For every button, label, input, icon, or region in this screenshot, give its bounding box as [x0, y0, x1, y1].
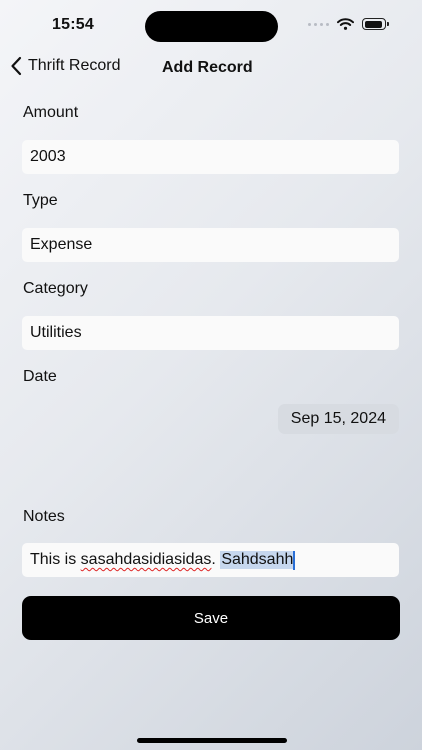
save-button-label: Save: [193, 609, 229, 627]
cellular-signal-icon: [308, 22, 329, 26]
chevron-left-icon: [11, 56, 22, 76]
date-picker-button[interactable]: Sep 15, 2024: [277, 404, 399, 434]
type-value: Expense: [30, 236, 93, 253]
type-picker[interactable]: Expense: [22, 228, 399, 262]
amount-value: 2003: [30, 148, 66, 165]
date-value: Sep 15, 2024: [290, 410, 386, 427]
notes-field[interactable]: This is sasahdasidiasidas. Sahdsahh: [22, 543, 399, 577]
status-icons: [308, 18, 389, 30]
status-time: 15:54: [52, 16, 94, 33]
notes-text-prefix: This is: [30, 551, 81, 568]
category-label: Category: [23, 280, 88, 297]
status-bar: 15:54: [0, 0, 422, 52]
navigation-bar: Thrift Record Add Record: [0, 54, 422, 82]
battery-icon: [362, 18, 389, 30]
save-button[interactable]: Save: [22, 596, 400, 640]
notes-separator: .: [211, 551, 221, 568]
notes-selected-text: Sahdsahh: [220, 551, 295, 569]
notes-misspelled-word: sasahdasidiasidas: [80, 551, 212, 568]
back-button-label: Thrift Record: [28, 57, 121, 74]
back-button[interactable]: Thrift Record: [10, 56, 120, 76]
category-value: Utilities: [30, 324, 82, 341]
category-picker[interactable]: Utilities: [22, 316, 399, 350]
date-label: Date: [23, 368, 57, 385]
home-indicator[interactable]: [137, 738, 287, 743]
text-cursor: [293, 550, 296, 570]
page-title: Add Record: [162, 59, 253, 76]
type-label: Type: [23, 192, 58, 209]
dynamic-island: [145, 11, 278, 42]
amount-field[interactable]: 2003: [22, 140, 399, 174]
wifi-icon: [337, 18, 354, 30]
amount-label: Amount: [23, 104, 79, 121]
notes-label: Notes: [23, 508, 65, 525]
